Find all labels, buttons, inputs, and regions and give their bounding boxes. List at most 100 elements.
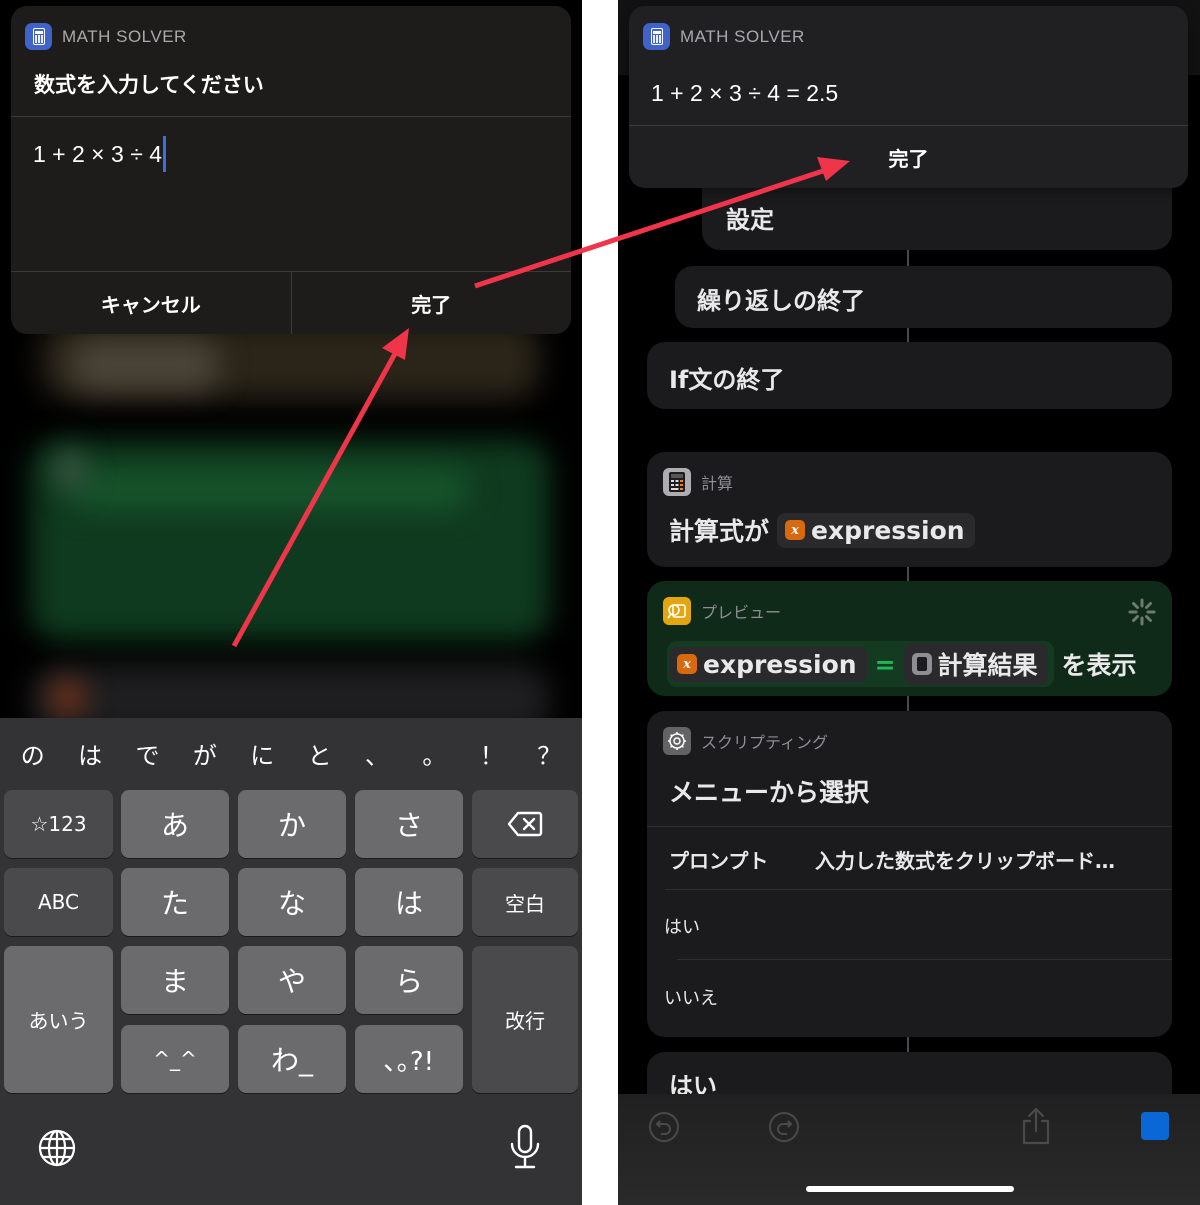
divider xyxy=(665,889,1172,890)
done-button[interactable]: 完了 xyxy=(292,272,572,334)
prediction-item[interactable]: ？ xyxy=(537,736,561,776)
blurred-block xyxy=(70,340,220,390)
key-ha[interactable]: は xyxy=(355,868,463,936)
key-a[interactable]: あ xyxy=(121,790,229,858)
preview-text-field[interactable]: x expression = 計算結果 xyxy=(667,641,1054,687)
category-row: スクリプティング xyxy=(663,727,828,755)
keyboard-bottom-bar xyxy=(0,1118,582,1178)
divider xyxy=(647,826,1172,827)
divider xyxy=(677,959,1172,960)
redo-icon[interactable] xyxy=(768,1111,800,1143)
prompt-label: プロンプト xyxy=(669,849,769,873)
right-phone-screen: 設定 繰り返しの終了 If文の終了 計算 計算式が x expression プ… xyxy=(618,0,1200,1205)
key-delete[interactable] xyxy=(472,790,578,858)
variable-token-expression[interactable]: x expression xyxy=(669,646,867,682)
globe-icon[interactable] xyxy=(37,1128,77,1168)
key-sa[interactable]: さ xyxy=(355,790,463,858)
menu-option[interactable]: はい xyxy=(664,913,700,939)
prediction-item[interactable]: と xyxy=(308,736,332,776)
category-label: スクリプティング xyxy=(701,733,829,752)
prediction-item[interactable]: 。 xyxy=(422,736,446,776)
key-return[interactable]: 改行 xyxy=(472,946,578,1093)
japanese-keyboard: の は で が に と 、 。 ！ ？ ☆123 あ か さ ABC た な は… xyxy=(0,718,582,1205)
backspace-icon xyxy=(507,811,543,837)
dialog-app-header: MATH SOLVER xyxy=(643,23,805,50)
connector-line xyxy=(907,696,909,711)
preview-suffix: を表示 xyxy=(1061,651,1137,680)
action-card-calculate[interactable]: 計算 計算式が x expression xyxy=(647,452,1172,567)
dialog-buttons: キャンセル 完了 xyxy=(11,272,571,334)
expression-input[interactable]: 1 + 2 × 3 ÷ 4 xyxy=(33,136,166,172)
prediction-item[interactable]: の xyxy=(21,736,45,776)
category-label: 計算 xyxy=(701,474,734,493)
app-name: MATH SOLVER xyxy=(680,26,805,46)
divider xyxy=(11,116,571,117)
action-title: 設定 xyxy=(726,206,774,234)
prediction-item[interactable]: に xyxy=(250,736,274,776)
key-na[interactable]: な xyxy=(238,868,346,936)
prompt-value[interactable]: 入力した数式をクリップボード… xyxy=(815,845,1115,874)
variable-name: 計算結果 xyxy=(937,651,1038,680)
key-ya[interactable]: や xyxy=(238,946,346,1014)
variable-token-calc-result[interactable]: 計算結果 xyxy=(903,643,1048,685)
key-abc[interactable]: ABC xyxy=(4,868,113,936)
menu-option[interactable]: いいえ xyxy=(664,984,718,1010)
action-title: If文の終了 xyxy=(669,366,785,394)
stop-icon[interactable] xyxy=(1141,1112,1169,1140)
key-wa[interactable]: わ_ xyxy=(238,1025,346,1093)
result-dialog: MATH SOLVER 1 + 2 × 3 ÷ 4 = 2.5 完了 xyxy=(629,6,1188,188)
equals-sign: = xyxy=(874,649,896,679)
prediction-bar: の は で が に と 、 。 ！ ？ xyxy=(0,736,582,776)
variable-name: expression xyxy=(811,515,965,545)
home-indicator xyxy=(806,1186,1014,1192)
calculator-icon xyxy=(643,23,670,50)
expression-input-value: 1 + 2 × 3 ÷ 4 xyxy=(33,140,162,167)
share-icon[interactable] xyxy=(1020,1107,1052,1145)
variable-name: expression xyxy=(703,649,857,679)
prediction-item[interactable]: が xyxy=(193,736,217,776)
prediction-item[interactable]: 、 xyxy=(365,736,389,776)
result-text: 1 + 2 × 3 ÷ 4 = 2.5 xyxy=(651,80,839,106)
calculator-icon xyxy=(911,653,932,675)
connector-line xyxy=(907,567,909,581)
calculator-icon xyxy=(663,468,691,496)
action-card-preview[interactable]: プレビュー x expression = 計算結果 を表示 xyxy=(647,581,1172,696)
dialog-app-header: MATH SOLVER xyxy=(25,23,187,50)
connector-line xyxy=(907,328,909,342)
blurred-block xyxy=(70,470,470,510)
key-numbers[interactable]: ☆123 xyxy=(4,790,113,858)
action-card-end-repeat[interactable]: 繰り返しの終了 xyxy=(675,266,1172,328)
done-button[interactable]: 完了 xyxy=(629,126,1188,188)
key-ka[interactable]: か xyxy=(238,790,346,858)
calculate-parameters: 計算式が x expression xyxy=(669,512,975,548)
microphone-icon[interactable] xyxy=(508,1124,542,1170)
key-punctuation[interactable]: ､｡?! xyxy=(355,1025,463,1093)
connector-line xyxy=(907,250,909,266)
key-space[interactable]: 空白 xyxy=(472,868,578,936)
undo-icon[interactable] xyxy=(648,1111,680,1143)
key-ra[interactable]: ら xyxy=(355,946,463,1014)
key-ma[interactable]: ま xyxy=(121,946,229,1014)
action-card-choose-from-menu[interactable]: スクリプティング メニューから選択 プロンプト 入力した数式をクリップボード… … xyxy=(647,711,1172,1037)
app-name: MATH SOLVER xyxy=(62,26,187,46)
key-emoticon[interactable]: ^_^ xyxy=(121,1025,229,1093)
blurred-block xyxy=(30,665,550,718)
category-row: 計算 xyxy=(663,468,733,496)
text-caret xyxy=(163,136,166,172)
key-ta[interactable]: た xyxy=(121,868,229,936)
key-kana[interactable]: あいう xyxy=(4,946,113,1093)
prediction-item[interactable]: で xyxy=(135,736,159,776)
action-card-end-if[interactable]: If文の終了 xyxy=(647,342,1172,409)
variable-token-expression[interactable]: x expression xyxy=(777,512,975,548)
blurred-block xyxy=(50,680,85,715)
input-dialog: MATH SOLVER 数式を入力してください 1 + 2 × 3 ÷ 4 キャ… xyxy=(11,6,571,334)
calculator-icon xyxy=(25,23,52,50)
prediction-item[interactable]: ！ xyxy=(480,736,504,776)
connector-line xyxy=(907,1037,909,1052)
cancel-button[interactable]: キャンセル xyxy=(11,272,291,334)
category-row: プレビュー xyxy=(663,597,781,625)
category-label: プレビュー xyxy=(701,603,782,622)
variable-icon: x xyxy=(785,520,806,540)
prediction-item[interactable]: は xyxy=(78,736,102,776)
action-title: メニューから選択 xyxy=(669,778,870,807)
